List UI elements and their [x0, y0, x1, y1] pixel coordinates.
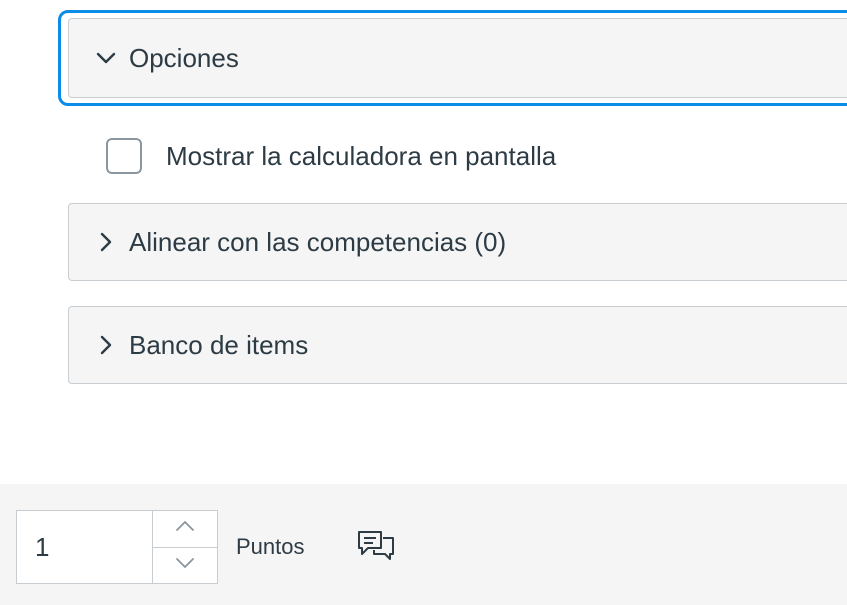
- options-label: Opciones: [129, 42, 239, 73]
- points-stepper: [152, 511, 217, 583]
- points-footer: 1 Puntos: [0, 484, 847, 605]
- item-bank-label: Banco de items: [129, 329, 309, 360]
- chevron-down-icon: [174, 556, 196, 575]
- item-bank-accordion[interactable]: Banco de items: [68, 306, 847, 384]
- align-competencies-accordion[interactable]: Alinear con las competencias (0): [68, 203, 847, 281]
- points-label: Puntos: [236, 534, 305, 559]
- chevron-up-icon: [174, 519, 196, 538]
- increment-button[interactable]: [153, 511, 217, 547]
- options-accordion[interactable]: Opciones: [58, 10, 847, 106]
- calculator-option[interactable]: Mostrar la calculadora en pantalla: [106, 138, 556, 174]
- calculator-checkbox-label: Mostrar la calculadora en pantalla: [166, 140, 557, 171]
- options-header[interactable]: Opciones: [68, 18, 847, 98]
- question-settings: Opciones Mostrar la calculadora en panta…: [0, 0, 847, 605]
- points-number-input[interactable]: 1: [16, 510, 218, 584]
- align-competencies-label: Alinear con las competencias (0): [129, 226, 507, 257]
- decrement-button[interactable]: [153, 546, 217, 583]
- chevron-right-icon: [95, 334, 117, 356]
- points-value[interactable]: 1: [17, 511, 152, 583]
- chevron-right-icon: [95, 231, 117, 253]
- chevron-down-icon: [95, 47, 117, 69]
- comment-icon[interactable]: [356, 528, 396, 564]
- calculator-checkbox[interactable]: [106, 138, 142, 174]
